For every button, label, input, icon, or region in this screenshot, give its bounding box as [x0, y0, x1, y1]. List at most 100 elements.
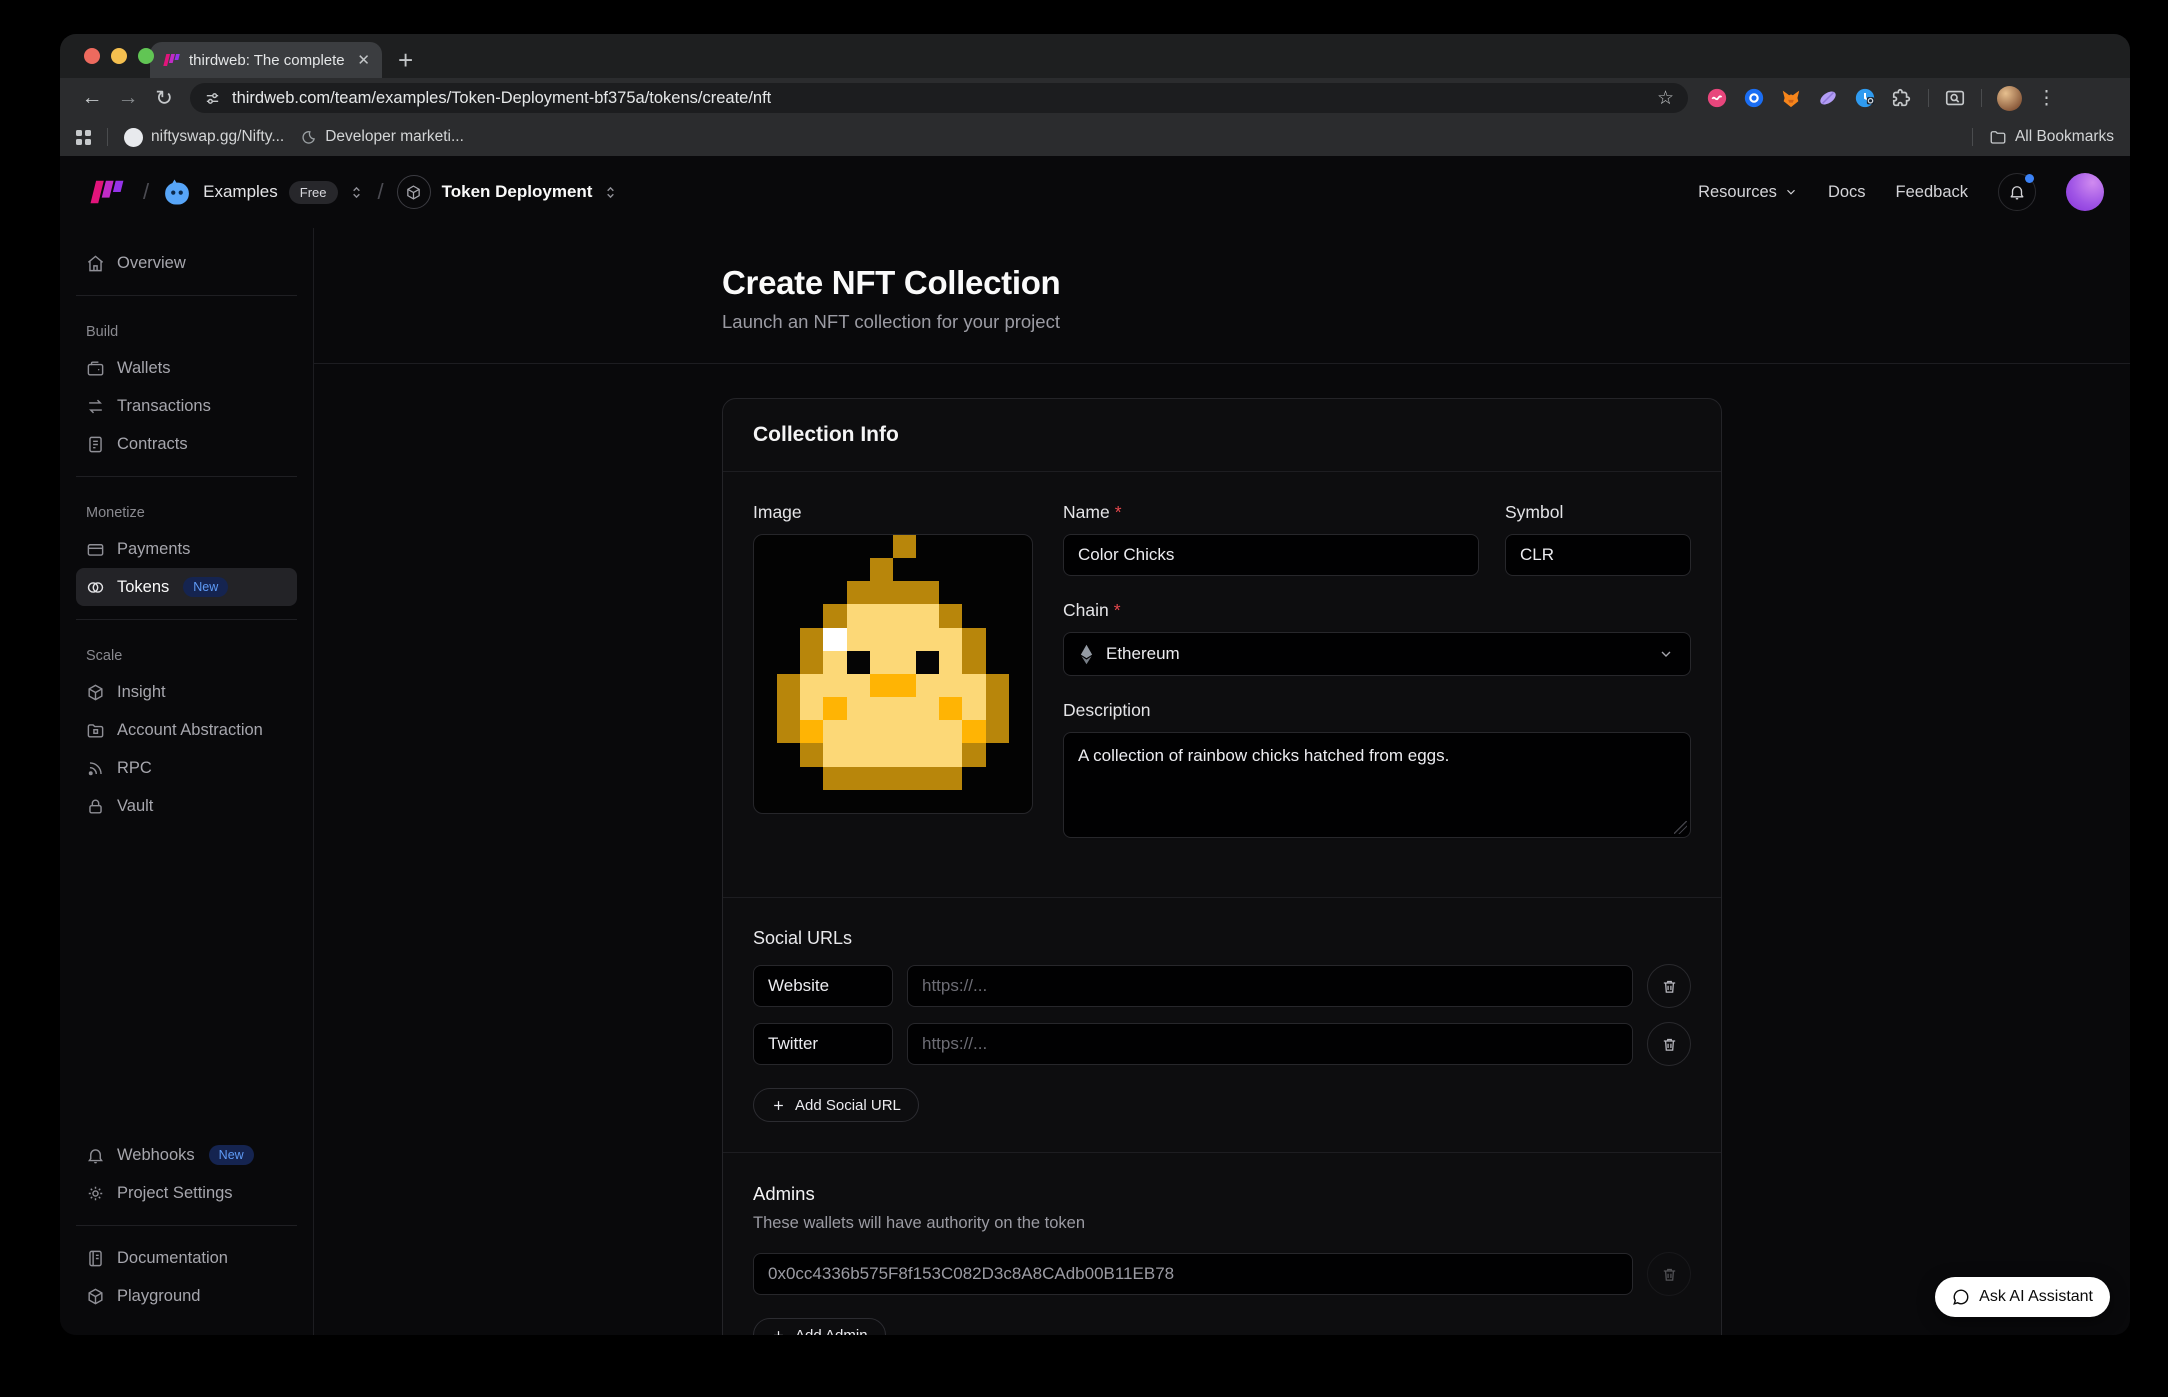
chain-select[interactable]: Ethereum	[1063, 632, 1691, 676]
social-urls-section: Social URLs	[753, 928, 1691, 1122]
close-window-button[interactable]	[84, 48, 100, 64]
social-platform-input[interactable]	[753, 1023, 893, 1065]
delete-social-url-button[interactable]	[1647, 964, 1691, 1008]
contract-icon	[86, 435, 105, 454]
bookmark-niftyswap[interactable]: niftyswap.gg/Nifty...	[124, 128, 284, 147]
bookmark-label: niftyswap.gg/Nifty...	[151, 128, 284, 146]
sidebar-item-playground[interactable]: Playground	[76, 1277, 297, 1315]
rss-icon	[86, 759, 105, 778]
breadcrumb-slash: /	[143, 179, 149, 205]
sidebar-item-payments[interactable]: Payments	[76, 530, 297, 568]
chat-bubble-icon	[1952, 1288, 1970, 1306]
sidebar-item-account-abstraction[interactable]: Account Abstraction	[76, 711, 297, 749]
zoom-window-button[interactable]	[138, 48, 154, 64]
transactions-icon	[86, 397, 105, 416]
project-switcher-icon[interactable]	[348, 184, 365, 201]
sidebar-item-transactions[interactable]: Transactions	[76, 387, 297, 425]
browser-profile-avatar[interactable]	[1997, 86, 2022, 111]
description-label: Description	[1063, 700, 1691, 721]
new-tab-button[interactable]: +	[398, 47, 413, 73]
home-icon	[86, 254, 105, 273]
sidebar-section-monetize: Monetize	[86, 505, 287, 521]
sidebar-item-contracts[interactable]: Contracts	[76, 425, 297, 463]
bookmark-star-icon[interactable]: ☆	[1657, 87, 1674, 110]
description-textarea[interactable]: A collection of rainbow chicks hatched f…	[1063, 732, 1691, 838]
breadcrumb-project[interactable]: Examples	[203, 182, 278, 202]
trash-icon	[1661, 978, 1678, 995]
sidebar-item-wallets[interactable]: Wallets	[76, 349, 297, 387]
bookmark-label: Developer marketi...	[325, 128, 464, 146]
sidebar-item-documentation[interactable]: Documentation	[76, 1239, 297, 1277]
sidebar-item-vault[interactable]: Vault	[76, 787, 297, 825]
sidebar-item-webhooks[interactable]: Webhooks New	[76, 1136, 297, 1174]
extensions-puzzle-icon[interactable]	[1891, 87, 1913, 109]
back-icon[interactable]: ←	[74, 86, 110, 110]
site-settings-icon[interactable]	[204, 90, 221, 107]
folder-box-icon	[86, 721, 105, 740]
thirdweb-logo[interactable]	[86, 178, 130, 206]
tab-close-icon[interactable]: ✕	[357, 51, 370, 69]
feedback-link[interactable]: Feedback	[1896, 183, 1968, 202]
chrome-menu-icon[interactable]: ⋮	[2037, 87, 2056, 110]
metamask-extension-icon[interactable]	[1780, 87, 1802, 109]
browser-tab[interactable]: thirdweb: The complete web3 ✕	[150, 42, 382, 78]
delete-social-url-button[interactable]	[1647, 1022, 1691, 1066]
forward-icon[interactable]: →	[110, 86, 146, 110]
devtools-icon[interactable]	[1944, 87, 1966, 109]
blue-ring-extension-icon[interactable]	[1743, 87, 1765, 109]
add-social-url-button[interactable]: Add Social URL	[753, 1088, 919, 1122]
name-input[interactable]	[1063, 534, 1479, 576]
resources-menu[interactable]: Resources	[1698, 183, 1798, 202]
admins-section: Admins These wallets will have authority…	[753, 1183, 1691, 1335]
symbol-input[interactable]	[1505, 534, 1691, 576]
sidebar-item-label: Wallets	[117, 359, 170, 378]
ask-ai-assistant-label: Ask AI Assistant	[1979, 1288, 2093, 1306]
clock-extension-icon[interactable]	[1854, 87, 1876, 109]
url-text[interactable]: thirdweb.com/team/examples/Token-Deploym…	[232, 89, 771, 108]
webhooks-new-badge: New	[209, 1145, 254, 1165]
ask-ai-assistant-button[interactable]: Ask AI Assistant	[1935, 1277, 2110, 1317]
address-bar[interactable]: thirdweb.com/team/examples/Token-Deploym…	[190, 83, 1688, 113]
sidebar-item-insight[interactable]: Insight	[76, 673, 297, 711]
notifications-button[interactable]	[1998, 173, 2036, 211]
sidebar-item-rpc[interactable]: RPC	[76, 749, 297, 787]
nft-image-preview[interactable]	[753, 534, 1033, 814]
team-switcher-icon[interactable]	[602, 184, 619, 201]
reload-icon[interactable]: ↻	[146, 86, 182, 111]
social-url-row	[753, 964, 1691, 1008]
sidebar-section-build: Build	[86, 324, 287, 340]
tab-strip: thirdweb: The complete web3 ✕ +	[60, 34, 2130, 78]
docs-link[interactable]: Docs	[1828, 183, 1866, 202]
apps-grid-icon[interactable]	[76, 130, 91, 145]
bookmark-developer-marketing[interactable]: Developer marketi...	[300, 128, 464, 146]
sidebar-item-label: Payments	[117, 540, 190, 559]
sidebar-item-overview[interactable]: Overview	[76, 244, 297, 282]
card-title: Collection Info	[753, 423, 1691, 447]
trash-icon	[1661, 1266, 1678, 1283]
all-bookmarks-button[interactable]: All Bookmarks	[1989, 128, 2114, 146]
required-asterisk: *	[1114, 600, 1121, 620]
social-url-input[interactable]	[907, 1023, 1633, 1065]
resources-label: Resources	[1698, 183, 1777, 202]
social-url-input[interactable]	[907, 965, 1633, 1007]
sidebar-item-tokens[interactable]: Tokens New	[76, 568, 297, 606]
bell-icon	[86, 1146, 105, 1165]
sidebar-item-project-settings[interactable]: Project Settings	[76, 1174, 297, 1212]
add-admin-button[interactable]: Add Admin	[753, 1318, 886, 1335]
lock-icon	[86, 797, 105, 816]
minimize-window-button[interactable]	[111, 48, 127, 64]
purple-extension-icon[interactable]	[1817, 87, 1839, 109]
tab-title: thirdweb: The complete web3	[189, 52, 348, 69]
book-icon	[86, 1249, 105, 1268]
account-avatar[interactable]	[2066, 173, 2104, 211]
admin-address-input[interactable]	[753, 1253, 1633, 1295]
sidebar-item-label: Insight	[117, 683, 166, 702]
social-platform-input[interactable]	[753, 965, 893, 1007]
breadcrumb-team[interactable]: Token Deployment	[442, 182, 593, 202]
required-asterisk: *	[1115, 502, 1122, 522]
notification-dot	[2025, 174, 2034, 183]
pink-extension-icon[interactable]	[1706, 87, 1728, 109]
sidebar-item-label: Vault	[117, 797, 153, 816]
symbol-label: Symbol	[1505, 502, 1691, 523]
window-controls	[84, 48, 154, 64]
